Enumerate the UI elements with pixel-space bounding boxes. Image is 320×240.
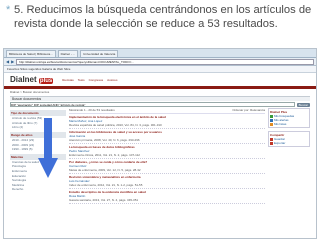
nav-revistas[interactable]: Revistas	[62, 78, 74, 82]
share-box: Compartir Guardar Exportar	[268, 131, 310, 147]
search-button[interactable]: Buscar	[296, 102, 310, 107]
results-count: Mostrando 1 - 20 de 53 resultados	[69, 108, 115, 112]
nav-autores[interactable]: Autores	[107, 78, 117, 82]
url-field[interactable]: http://dialnet.unirioja.es/buscar/docume…	[16, 58, 314, 65]
address-bar: ◀ ▶ http://dialnet.unirioja.es/buscar/do…	[4, 58, 316, 66]
browser-tab[interactable]: Universidad de Valencia	[80, 49, 119, 57]
result-meta: Enfermería clínica, 2011, Vol. 21, N. 2,…	[69, 153, 140, 157]
caption-bullet: *	[6, 4, 11, 16]
result-item: Revisión sistemática y metaanálisis en e…	[69, 174, 265, 189]
side-link[interactable]: Mis listas	[270, 122, 308, 126]
section-title: Buscar documentos	[10, 96, 310, 101]
search-input[interactable]	[10, 102, 295, 107]
orange-square-icon	[270, 122, 273, 126]
blue-arrow-icon	[38, 118, 58, 178]
browser-tab[interactable]: Dialnet - ...	[57, 49, 79, 57]
result-meta: Atención primaria, 2008, Vol. 40, N. 6, …	[69, 138, 140, 142]
red-square-icon	[270, 137, 273, 141]
blue-square-icon	[270, 118, 273, 122]
red-square-icon	[270, 141, 273, 145]
dialnet-plus-box: Dialnet Plus Mis búsquedas Mis alertas M…	[268, 108, 310, 128]
result-meta: Index de enfermería, 2012, Vol. 21, N. 1…	[69, 183, 143, 187]
browser-tab-bar: Biblioteca de Salud | Biblioteca... Dial…	[4, 49, 316, 58]
nav-congresos[interactable]: Congresos	[89, 78, 104, 82]
back-icon[interactable]: ◀	[6, 59, 9, 64]
result-item: La búsqueda en bases de datos bibliográf…	[69, 144, 265, 159]
results-list: Mostrando 1 - 20 de 53 resultados Ordena…	[69, 108, 265, 204]
result-item: Información en las bibliotecas de salud …	[69, 129, 265, 144]
result-item: Implementación de la búsqueda electrónic…	[69, 114, 265, 129]
result-meta: Revista española de salud pública, 2010,…	[69, 123, 162, 127]
result-meta: Metas de enfermería, 2009, Vol. 12, N. 5…	[69, 168, 141, 172]
breadcrumb[interactable]: Dialnet > Buscar documentos	[4, 89, 316, 95]
result-item: Estudio descriptivo de la evidencia cien…	[69, 189, 265, 204]
side-link[interactable]: Exportar	[270, 141, 308, 145]
dialnet-header: Dialnet plus Revistas Tesis Congresos Au…	[4, 73, 316, 89]
filter-item[interactable]: Derecho	[10, 187, 66, 192]
nav-tesis[interactable]: Tesis	[78, 78, 85, 82]
result-meta: Gaceta sanitaria, 2013, Vol. 27, N. 4, p…	[69, 198, 139, 202]
dialnet-nav: Revistas Tesis Congresos Autores	[62, 78, 117, 82]
favorites-bar[interactable]: Favoritos Sitios sugeridos Galería de We…	[4, 66, 316, 73]
green-square-icon	[270, 114, 273, 118]
forward-icon[interactable]: ▶	[11, 59, 14, 64]
result-item: Por diabetes, ¿cómo se cuida y cómo cuid…	[69, 159, 265, 174]
browser-tab[interactable]: Biblioteca de Salud | Biblioteca...	[6, 49, 56, 57]
slide-caption: * 5. Reducimos la búsqueda centrándonos …	[6, 3, 314, 31]
search-row: Buscar	[10, 102, 310, 107]
caption-text: 5. Reducimos la búsqueda centrándonos en…	[14, 4, 312, 30]
sort-select[interactable]: Ordenar por: Relevancia	[232, 108, 265, 112]
dialnet-logo[interactable]: Dialnet plus	[10, 75, 54, 84]
right-sidebar: Dialnet Plus Mis búsquedas Mis alertas M…	[268, 108, 310, 204]
